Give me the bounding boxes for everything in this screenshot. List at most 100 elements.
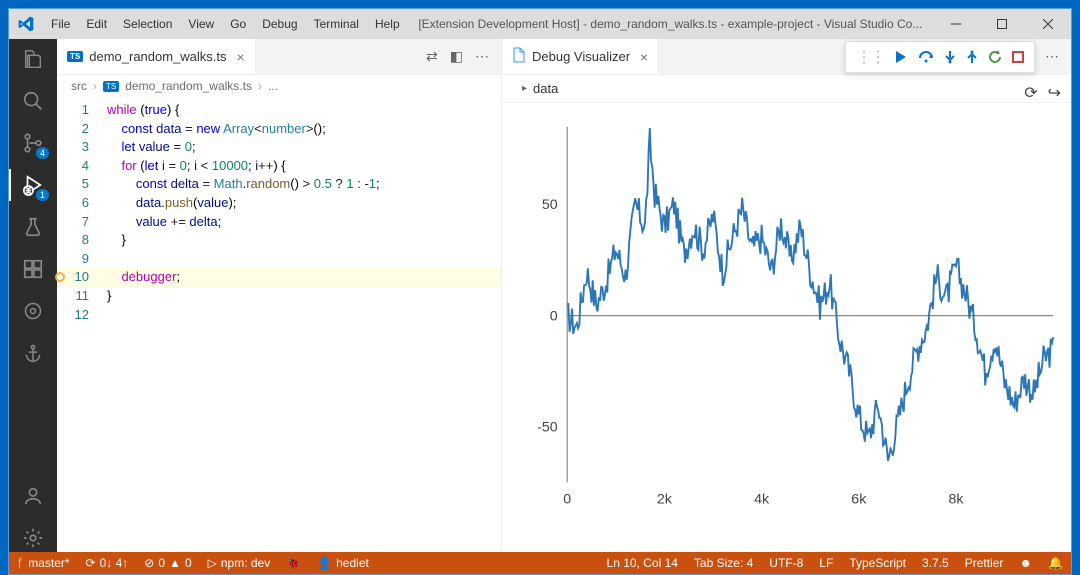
line-number[interactable]: 6 bbox=[57, 194, 97, 213]
code-line[interactable]: 9 bbox=[57, 250, 501, 269]
explorer-icon[interactable] bbox=[19, 45, 47, 73]
breadcrumb[interactable]: src › TS demo_random_walks.ts › ... bbox=[57, 75, 501, 97]
line-number[interactable]: 8 bbox=[57, 231, 97, 250]
line-number[interactable]: 4 bbox=[57, 157, 97, 176]
status-problems[interactable]: ⊘0▲0 bbox=[136, 556, 199, 570]
line-number[interactable]: 12 bbox=[57, 306, 97, 325]
keep-icon[interactable] bbox=[19, 297, 47, 325]
status-cursor[interactable]: Ln 10, Col 14 bbox=[599, 556, 686, 570]
line-number[interactable]: 1 bbox=[57, 101, 97, 120]
search-icon[interactable] bbox=[19, 87, 47, 115]
status-tabsize[interactable]: Tab Size: 4 bbox=[686, 556, 761, 570]
maximize-button[interactable] bbox=[979, 9, 1025, 39]
tab-debug-visualizer[interactable]: Debug Visualizer × bbox=[502, 39, 659, 74]
testing-icon[interactable] bbox=[19, 213, 47, 241]
status-sync[interactable]: ⟳0↓ 4↑ bbox=[78, 556, 137, 570]
line-number[interactable]: 9 bbox=[57, 250, 97, 269]
code-text[interactable]: } bbox=[97, 287, 111, 306]
code-text[interactable] bbox=[97, 306, 107, 325]
status-lang[interactable]: TypeScript bbox=[841, 556, 914, 570]
close-icon[interactable]: × bbox=[640, 49, 648, 65]
code-line[interactable]: 3 let value = 0; bbox=[57, 138, 501, 157]
popout-icon[interactable]: ↪ bbox=[1048, 83, 1061, 103]
line-number[interactable]: 11 bbox=[57, 287, 97, 306]
menu-edit[interactable]: Edit bbox=[78, 9, 115, 39]
code-line[interactable]: 4 for (let i = 0; i < 10000; i++) { bbox=[57, 157, 501, 176]
compare-icon[interactable]: ⇄ bbox=[426, 48, 438, 65]
menu-selection[interactable]: Selection bbox=[115, 9, 180, 39]
drag-grip-icon[interactable]: ⋮⋮ bbox=[856, 47, 884, 67]
status-version[interactable]: 3.7.5 bbox=[914, 556, 957, 570]
status-npm[interactable]: ▷npm: dev bbox=[200, 556, 279, 570]
breakpoint-icon[interactable] bbox=[55, 272, 65, 282]
code-text[interactable]: data.push(value); bbox=[97, 194, 236, 213]
status-branch[interactable]: ᚶmaster* bbox=[9, 556, 78, 570]
code-text[interactable]: debugger; bbox=[97, 268, 180, 287]
expression-text[interactable]: data bbox=[533, 81, 558, 96]
menu-debug[interactable]: Debug bbox=[254, 9, 305, 39]
line-number[interactable]: 2 bbox=[57, 120, 97, 139]
breadcrumb-tail[interactable]: ... bbox=[268, 79, 278, 93]
accounts-icon[interactable] bbox=[19, 482, 47, 510]
code-line[interactable]: 10 debugger; bbox=[57, 268, 501, 287]
code-line[interactable]: 2 const data = new Array<number>(); bbox=[57, 120, 501, 139]
step-out-button[interactable] bbox=[966, 50, 978, 64]
debug-icon[interactable]: 1 bbox=[19, 171, 47, 199]
settings-icon[interactable] bbox=[19, 524, 47, 552]
status-eol[interactable]: LF bbox=[811, 556, 841, 570]
code-line[interactable]: 1while (true) { bbox=[57, 101, 501, 120]
split-editor-icon[interactable]: ◧ bbox=[450, 48, 463, 65]
stop-button[interactable] bbox=[1012, 51, 1024, 63]
code-line[interactable]: 11} bbox=[57, 287, 501, 306]
code-text[interactable]: let value = 0; bbox=[97, 138, 196, 157]
status-live[interactable]: 👤hediet bbox=[309, 556, 377, 570]
line-number[interactable]: 7 bbox=[57, 213, 97, 232]
status-encoding[interactable]: UTF-8 bbox=[761, 556, 811, 570]
status-prettier[interactable]: Prettier bbox=[957, 556, 1012, 570]
menu-file[interactable]: File bbox=[43, 9, 78, 39]
step-into-button[interactable] bbox=[944, 50, 956, 64]
extensions-icon[interactable] bbox=[19, 255, 47, 283]
continue-button[interactable] bbox=[894, 50, 908, 64]
restart-button[interactable] bbox=[988, 50, 1002, 64]
visualizer-expression-row[interactable]: ▸ data bbox=[502, 75, 1071, 103]
line-number[interactable]: 5 bbox=[57, 175, 97, 194]
code-text[interactable]: while (true) { bbox=[97, 101, 179, 120]
more-icon[interactable]: ⋯ bbox=[1045, 48, 1059, 65]
code-line[interactable]: 7 value += delta; bbox=[57, 213, 501, 232]
menu-go[interactable]: Go bbox=[222, 9, 254, 39]
anchor-icon[interactable] bbox=[19, 339, 47, 367]
debug-toolbar[interactable]: ⋮⋮ bbox=[845, 41, 1035, 73]
refresh-icon[interactable]: ⟳ bbox=[1024, 83, 1037, 103]
code-line[interactable]: 5 const delta = Math.random() > 0.5 ? 1 … bbox=[57, 175, 501, 194]
close-icon[interactable]: × bbox=[237, 49, 245, 65]
more-icon[interactable]: ⋯ bbox=[475, 48, 489, 65]
code-editor[interactable]: 1while (true) {2 const data = new Array<… bbox=[57, 97, 501, 324]
breadcrumb-seg[interactable]: src bbox=[71, 79, 87, 93]
status-bell[interactable]: 🔔 bbox=[1040, 556, 1071, 570]
menu-view[interactable]: View bbox=[180, 9, 222, 39]
line-number[interactable]: 10 bbox=[57, 268, 97, 287]
status-debug-target[interactable]: 🐞 bbox=[278, 556, 309, 570]
chevron-right-icon[interactable]: ▸ bbox=[522, 83, 527, 94]
code-line[interactable]: 8 } bbox=[57, 231, 501, 250]
code-text[interactable]: value += delta; bbox=[97, 213, 221, 232]
code-text[interactable]: const data = new Array<number>(); bbox=[97, 120, 326, 139]
status-feedback[interactable]: ☻ bbox=[1011, 556, 1040, 570]
menu-help[interactable]: Help bbox=[367, 9, 408, 39]
menu-terminal[interactable]: Terminal bbox=[306, 9, 367, 39]
tab-demo-random-walks[interactable]: TS demo_random_walks.ts × bbox=[57, 39, 256, 74]
close-button[interactable] bbox=[1025, 9, 1071, 39]
code-text[interactable]: for (let i = 0; i < 10000; i++) { bbox=[97, 157, 286, 176]
code-line[interactable]: 12 bbox=[57, 306, 501, 325]
step-over-button[interactable] bbox=[918, 50, 934, 64]
source-control-icon[interactable]: 4 bbox=[19, 129, 47, 157]
code-text[interactable] bbox=[97, 250, 107, 269]
code-text[interactable]: } bbox=[97, 231, 126, 250]
line-number[interactable]: 3 bbox=[57, 138, 97, 157]
code-text[interactable]: const delta = Math.random() > 0.5 ? 1 : … bbox=[97, 175, 380, 194]
breadcrumb-seg[interactable]: demo_random_walks.ts bbox=[125, 79, 252, 93]
minimize-button[interactable] bbox=[933, 9, 979, 39]
code-line[interactable]: 6 data.push(value); bbox=[57, 194, 501, 213]
chart-area: -5005002k4k6k8k bbox=[502, 103, 1071, 552]
